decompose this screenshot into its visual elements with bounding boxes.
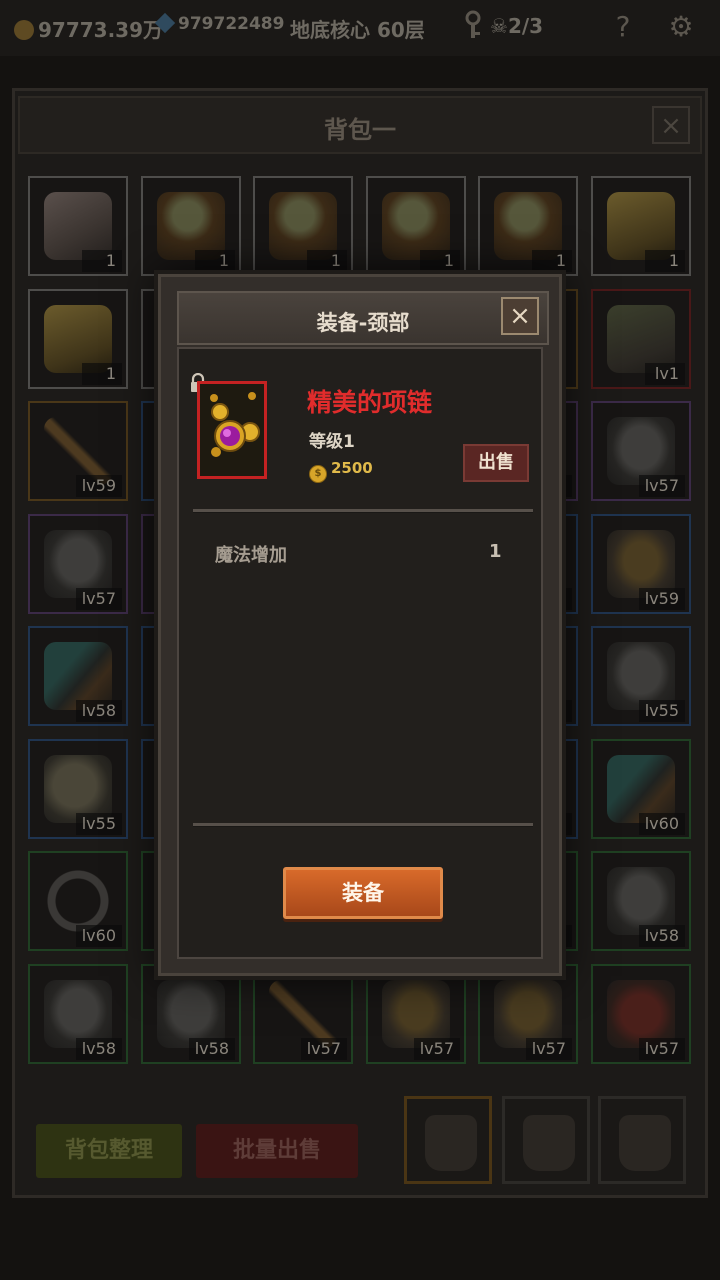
- bulk-sell-button[interactable]: 批量出售: [196, 1124, 358, 1178]
- necklace-item-slot[interactable]: [197, 381, 267, 479]
- inventory-slot[interactable]: lv57: [591, 964, 691, 1064]
- backpack-icon: [619, 1115, 671, 1171]
- item-count-badge: lv57: [413, 1038, 460, 1060]
- item-count-badge: 1: [307, 250, 347, 272]
- item-count-badge: lv60: [75, 925, 122, 947]
- inventory-slot[interactable]: lv58: [141, 964, 241, 1064]
- item-count-badge: 1: [195, 250, 235, 272]
- item-count-badge: lv59: [638, 588, 685, 610]
- inventory-slot[interactable]: 1: [141, 176, 241, 276]
- item-count-badge: 1: [532, 250, 572, 272]
- item-count-badge: lv55: [75, 813, 122, 835]
- divider: [193, 823, 533, 827]
- item-count-badge: lv58: [188, 1038, 235, 1060]
- inventory-slot[interactable]: lv58: [28, 626, 128, 726]
- backpack-icon: [523, 1115, 575, 1171]
- skull-icon: ☠: [490, 14, 508, 38]
- dialog-title-bar: 装备-颈部: [177, 291, 549, 345]
- divider: [193, 509, 533, 513]
- item-count-badge: lv57: [300, 1038, 347, 1060]
- item-count-badge: lv58: [638, 925, 685, 947]
- top-status-bar: 97773.39万 979722489 地底核心 60层 ☠2/3 ? ⚙: [0, 0, 720, 56]
- key-icon: [456, 10, 490, 44]
- inventory-slot[interactable]: lv55: [591, 626, 691, 726]
- gold-counter: 97773.39万: [14, 14, 163, 43]
- item-count-badge: 1: [420, 250, 460, 272]
- backpack-close-button[interactable]: ×: [652, 106, 690, 144]
- inventory-slot[interactable]: 1: [478, 176, 578, 276]
- inventory-slot[interactable]: lv57: [478, 964, 578, 1064]
- sell-button[interactable]: 出售: [463, 444, 529, 482]
- equip-button[interactable]: 装备: [283, 867, 443, 919]
- gem-icon: [154, 12, 176, 34]
- dialog-title: 装备-颈部: [316, 311, 410, 335]
- inventory-slot[interactable]: 1: [366, 176, 466, 276]
- item-count-badge: lv57: [525, 1038, 572, 1060]
- item-count-badge: lv57: [638, 475, 685, 497]
- necklace-icon: [210, 392, 260, 457]
- item-price: $2500: [309, 459, 373, 483]
- inventory-slot[interactable]: lv58: [28, 964, 128, 1064]
- item-count-badge: 1: [82, 250, 122, 272]
- gold-coin-icon: $: [309, 465, 327, 483]
- item-count-badge: lv57: [638, 1038, 685, 1060]
- inventory-slot[interactable]: 1: [253, 176, 353, 276]
- item-count-badge: lv1: [645, 363, 685, 385]
- help-icon[interactable]: ?: [606, 10, 640, 44]
- backpack-tab-1[interactable]: [404, 1096, 492, 1184]
- gem-counter: 979722489: [154, 12, 284, 34]
- inventory-slot[interactable]: 1: [591, 176, 691, 276]
- inventory-slot[interactable]: lv57: [253, 964, 353, 1064]
- backpack-icon: [425, 1115, 477, 1171]
- inventory-slot[interactable]: lv58: [591, 851, 691, 951]
- item-count-badge: 1: [82, 363, 122, 385]
- inventory-slot[interactable]: 1: [28, 289, 128, 389]
- stat-value: 1: [489, 541, 502, 562]
- dungeon-keys: ☠2/3: [490, 14, 544, 38]
- settings-gear-icon[interactable]: ⚙: [664, 10, 698, 44]
- stat-name: 魔法增加: [215, 545, 287, 566]
- item-level: 等级1: [309, 432, 355, 452]
- inventory-slot[interactable]: lv60: [591, 739, 691, 839]
- dialog-close-button[interactable]: ×: [501, 297, 539, 335]
- inventory-slot[interactable]: lv59: [591, 514, 691, 614]
- inventory-slot[interactable]: lv1: [591, 289, 691, 389]
- backpack-tab-3[interactable]: [598, 1096, 686, 1184]
- equipment-detail-dialog: 装备-颈部 × 精美的项链 等级1 $2500 出售 魔法增加 1 装备: [158, 274, 562, 976]
- item-count-badge: lv60: [638, 813, 685, 835]
- inventory-slot[interactable]: lv60: [28, 851, 128, 951]
- inventory-slot[interactable]: lv59: [28, 401, 128, 501]
- inventory-slot[interactable]: lv57: [591, 401, 691, 501]
- backpack-tab-2[interactable]: [502, 1096, 590, 1184]
- backpack-title: 背包一: [324, 116, 396, 144]
- item-count-badge: lv58: [75, 700, 122, 722]
- gold-coin-icon: [14, 20, 34, 40]
- inventory-slot[interactable]: lv57: [366, 964, 466, 1064]
- item-count-badge: 1: [645, 250, 685, 272]
- item-count-badge: lv55: [638, 700, 685, 722]
- inventory-slot[interactable]: lv57: [28, 514, 128, 614]
- item-count-badge: lv59: [75, 475, 122, 497]
- item-name: 精美的项链: [307, 388, 433, 417]
- location-label: 地底核心 60层: [290, 18, 425, 42]
- item-count-badge: lv58: [75, 1038, 122, 1060]
- inventory-slot[interactable]: lv55: [28, 739, 128, 839]
- sort-backpack-button[interactable]: 背包整理: [36, 1124, 182, 1178]
- inventory-slot[interactable]: 1: [28, 176, 128, 276]
- item-count-badge: lv57: [75, 588, 122, 610]
